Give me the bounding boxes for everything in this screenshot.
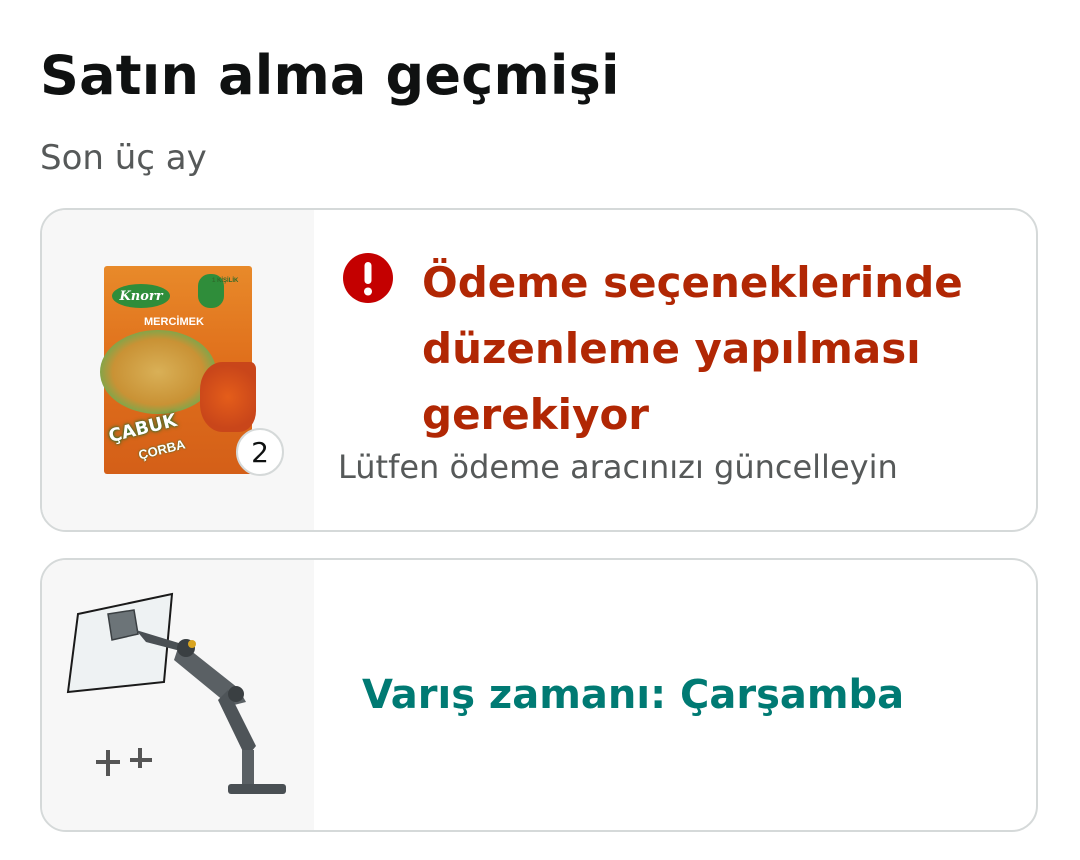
quantity-badge: 2 — [236, 428, 284, 476]
soup-bowl-graphic — [100, 330, 216, 414]
order-status: Ödeme seçeneklerinde düzenleme yapılması… — [338, 210, 1016, 530]
product-thumbnail[interactable]: Knorr 1 KİŞİLİK MERCİMEK ÇABUK ÇORBA 2 — [42, 210, 314, 530]
product-image-soup-packet: Knorr 1 KİŞİLİK MERCİMEK ÇABUK ÇORBA — [100, 266, 256, 474]
order-card[interactable]: Knorr 1 KİŞİLİK MERCİMEK ÇABUK ÇORBA 2 Ö… — [40, 208, 1038, 532]
arrival-status: Varış zamanı: Çarşamba — [362, 672, 905, 718]
order-status: Varış zamanı: Çarşamba — [338, 560, 1016, 830]
seal-text: 1 KİŞİLİK — [212, 278, 239, 284]
page-title: Satın alma geçmişi — [40, 44, 620, 107]
payment-alert-title: Ödeme seçeneklerinde düzenleme yapılması… — [422, 258, 963, 439]
page-subtitle: Son üç ay — [40, 138, 207, 178]
payment-alert-detail: Lütfen ödeme aracınızı güncelleyin — [338, 448, 898, 486]
order-card[interactable]: Varış zamanı: Çarşamba — [40, 558, 1038, 832]
brand-logo: Knorr — [112, 284, 170, 308]
product-image-monitor-arm — [66, 592, 286, 794]
product-name-line2: ÇORBA — [136, 436, 187, 463]
lentils-graphic — [200, 362, 256, 432]
variant-label: MERCİMEK — [144, 316, 204, 328]
exclamation-circle-icon — [343, 253, 393, 303]
product-thumbnail[interactable] — [42, 560, 314, 830]
